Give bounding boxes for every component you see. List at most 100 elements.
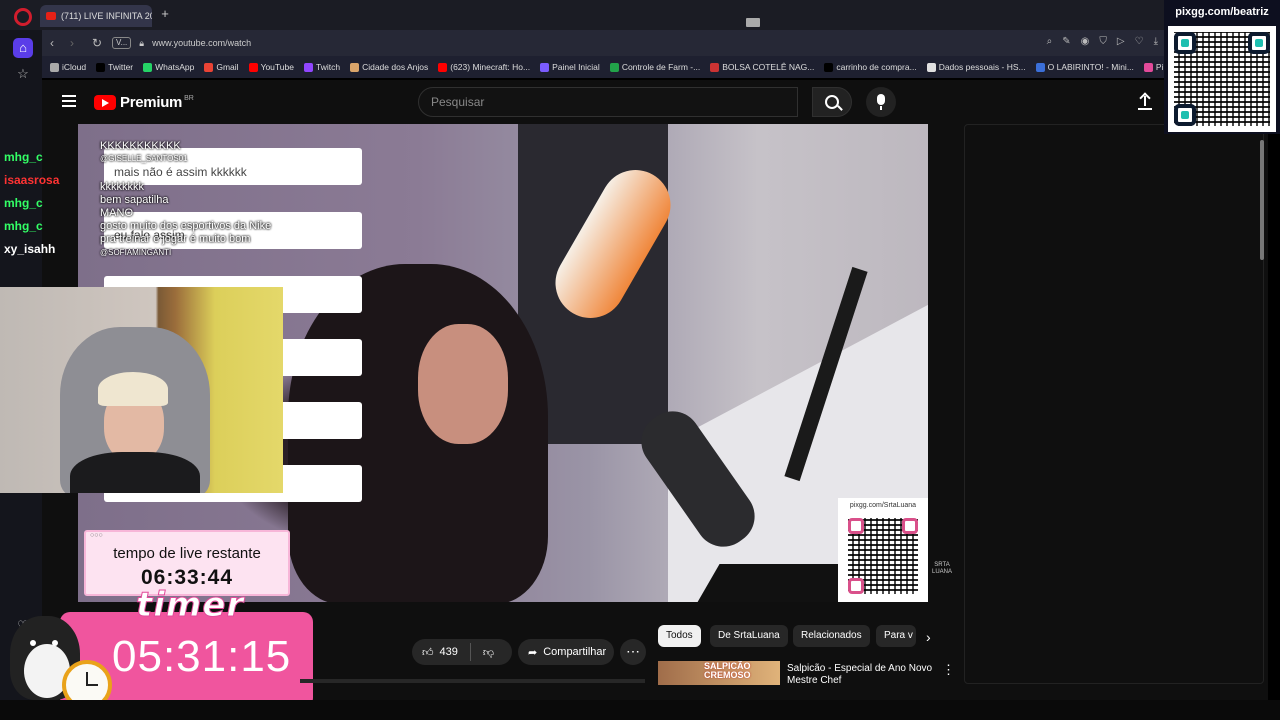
like-dislike-group: 👍︎ 439 👎︎ (412, 639, 512, 665)
pix-qr-code[interactable]: pixgg.com/SrtaLuana (838, 498, 928, 602)
bookmark-label: carrinho de compra... (836, 62, 917, 72)
pix-tag: SRTA LUANA (931, 562, 952, 575)
more-options-icon[interactable]: ⋯ (620, 639, 646, 665)
lock-icon: 🔒︎ (139, 37, 145, 48)
like-icon[interactable]: 👍︎ (422, 646, 434, 659)
chip-from-channel[interactable]: De SrtaLuana (710, 625, 788, 647)
url-pill[interactable]: V... (112, 37, 132, 49)
bookmark-favicon-icon (96, 62, 106, 72)
divider (469, 643, 471, 661)
pix-url-label: pixgg.com/beatriz (1175, 6, 1269, 18)
page-scrollbar[interactable] (1260, 140, 1264, 260)
browser-tab-bar: (711) LIVE INFINITA 2026 · + (0, 0, 1280, 30)
bookmark-favicon-icon (540, 62, 550, 72)
qr-finder (902, 518, 918, 534)
search-input[interactable]: Pesquisar (418, 87, 798, 117)
chevron-right-icon[interactable]: › (926, 629, 931, 645)
chat-panel (964, 124, 1264, 684)
search-page-icon[interactable]: ⌕ (1047, 36, 1053, 47)
url-text[interactable]: www.youtube.com/watch (152, 38, 251, 48)
menu-icon[interactable] (62, 95, 76, 107)
streamer-face-image (418, 324, 508, 444)
new-tab-icon[interactable]: + (158, 7, 172, 21)
chat-message: gosto muito dos esportivos da Nike pra t… (100, 220, 272, 245)
dislike-icon[interactable]: 👎︎ (483, 646, 494, 659)
forward-icon[interactable]: › (70, 36, 74, 50)
bookmark-favicon-icon (609, 62, 619, 72)
chat-user-name: xy_isahh (4, 242, 56, 256)
qr-finder (848, 518, 864, 534)
share-icon: ➦ (528, 646, 538, 659)
camera-icon[interactable]: ◉ (1081, 36, 1090, 47)
star-icon[interactable]: ☆ (13, 64, 33, 84)
qr-finder (1248, 32, 1270, 54)
url-field[interactable]: V... 🔒︎ www.youtube.com/watch (112, 34, 1112, 52)
bookmark-item[interactable]: carrinho de compra... (824, 62, 917, 72)
bookmark-item[interactable]: Controle de Farm -... (609, 62, 700, 72)
browser-tab-title: (711) LIVE INFINITA 2026 · (61, 11, 152, 21)
search-button[interactable] (812, 87, 852, 117)
bookmark-favicon-icon (824, 62, 834, 72)
cap-image (98, 372, 168, 406)
qr-finder (1174, 104, 1196, 126)
bookmark-label: Cidade dos Anjos (362, 62, 429, 72)
twitch-chat-users: mhg_c isaasrosa mhg_c mhg_c xy_isahh (4, 146, 59, 261)
bookmark-label: O LABIRINTO! - Mini... (1047, 62, 1134, 72)
bookmark-item[interactable]: Twitch (303, 62, 340, 72)
qr-finder (1174, 32, 1196, 54)
bookmark-item[interactable]: Painel Inicial (540, 62, 600, 72)
bookmark-item[interactable]: WhatsApp (143, 62, 194, 72)
opera-logo-icon[interactable] (14, 8, 32, 26)
region-code: BR (184, 95, 194, 102)
webcam-overlay (0, 287, 283, 493)
bookmark-favicon-icon (1143, 62, 1153, 72)
recommended-thumbnail[interactable]: SALPICÃO CREMOSO (658, 661, 780, 685)
chat-username: @GISELLE_SANTOS01 (100, 154, 188, 163)
chat-user-name: mhg_c (4, 196, 43, 210)
bookmark-label: iCloud (62, 62, 87, 72)
home-icon[interactable]: ⌂ (13, 38, 33, 58)
chat-message: MANO (100, 207, 133, 219)
bookmark-favicon-icon (1035, 62, 1045, 72)
address-bar: ‹ › ↻ V... 🔒︎ www.youtube.com/watch ⌕ ✎ … (42, 30, 1168, 56)
kebab-menu-icon[interactable]: ⋮ (942, 662, 955, 678)
browser-tab[interactable]: (711) LIVE INFINITA 2026 · (40, 5, 152, 27)
like-count[interactable]: 439 (440, 646, 458, 658)
bookmark-item[interactable]: (623) Minecraft: Ho... (438, 62, 530, 72)
chip-related[interactable]: Relacionados (793, 625, 870, 647)
bookmark-item[interactable]: Twitter (96, 62, 133, 72)
penguin-eye (30, 640, 36, 646)
bookmark-favicon-icon (248, 62, 258, 72)
bookmark-label: Twitter (108, 62, 134, 72)
bookmark-item[interactable]: O LABIRINTO! - Mini... (1035, 62, 1134, 72)
heart-outline-icon[interactable]: ♡ (1135, 36, 1144, 47)
pix-qr-overlay[interactable]: pixgg.com/beatriz (1164, 0, 1280, 134)
share-button[interactable]: ➦ Compartilhar (518, 639, 614, 665)
bookmark-item[interactable]: YouTube (248, 62, 294, 72)
bookmark-item[interactable]: BOLSA COTELÊ NAG... (710, 62, 814, 72)
chip-all[interactable]: Todos (658, 625, 701, 647)
edit-icon[interactable]: ✎ (1062, 36, 1070, 47)
shield-icon[interactable]: ⛉ (1099, 36, 1107, 47)
chat-message: kkkkkkkk (100, 181, 144, 193)
bookmark-favicon-icon (303, 62, 313, 72)
youtube-header: Premium BR Pesquisar (42, 80, 1168, 124)
download-icon[interactable]: ⤓ (1154, 36, 1158, 47)
voice-search-icon[interactable] (866, 87, 896, 117)
youtube-premium-logo[interactable]: Premium BR (94, 94, 194, 111)
reload-icon[interactable]: ↻ (92, 36, 102, 50)
bookmark-item[interactable]: Cidade dos Anjos (350, 62, 428, 72)
bookmark-label: WhatsApp (155, 62, 195, 72)
bookmark-favicon-icon (350, 62, 360, 72)
bookmark-favicon-icon (50, 62, 59, 72)
bookmark-item[interactable]: Dados pessoais - HS... (926, 62, 1026, 72)
chip-for-you[interactable]: Para v (876, 625, 916, 647)
youtube-favicon-icon (46, 12, 56, 20)
play-icon[interactable]: ▷ (1117, 36, 1125, 47)
bookmark-item[interactable]: Gmail (204, 62, 239, 72)
back-icon[interactable]: ‹ (50, 36, 54, 50)
keyboard-icon[interactable] (746, 18, 760, 27)
youtube-logo-icon (94, 95, 116, 110)
bookmark-item[interactable]: iCloud (50, 62, 86, 72)
recommended-title[interactable]: Salpicão - Especial de Ano Novo Mestre C… (787, 663, 937, 687)
